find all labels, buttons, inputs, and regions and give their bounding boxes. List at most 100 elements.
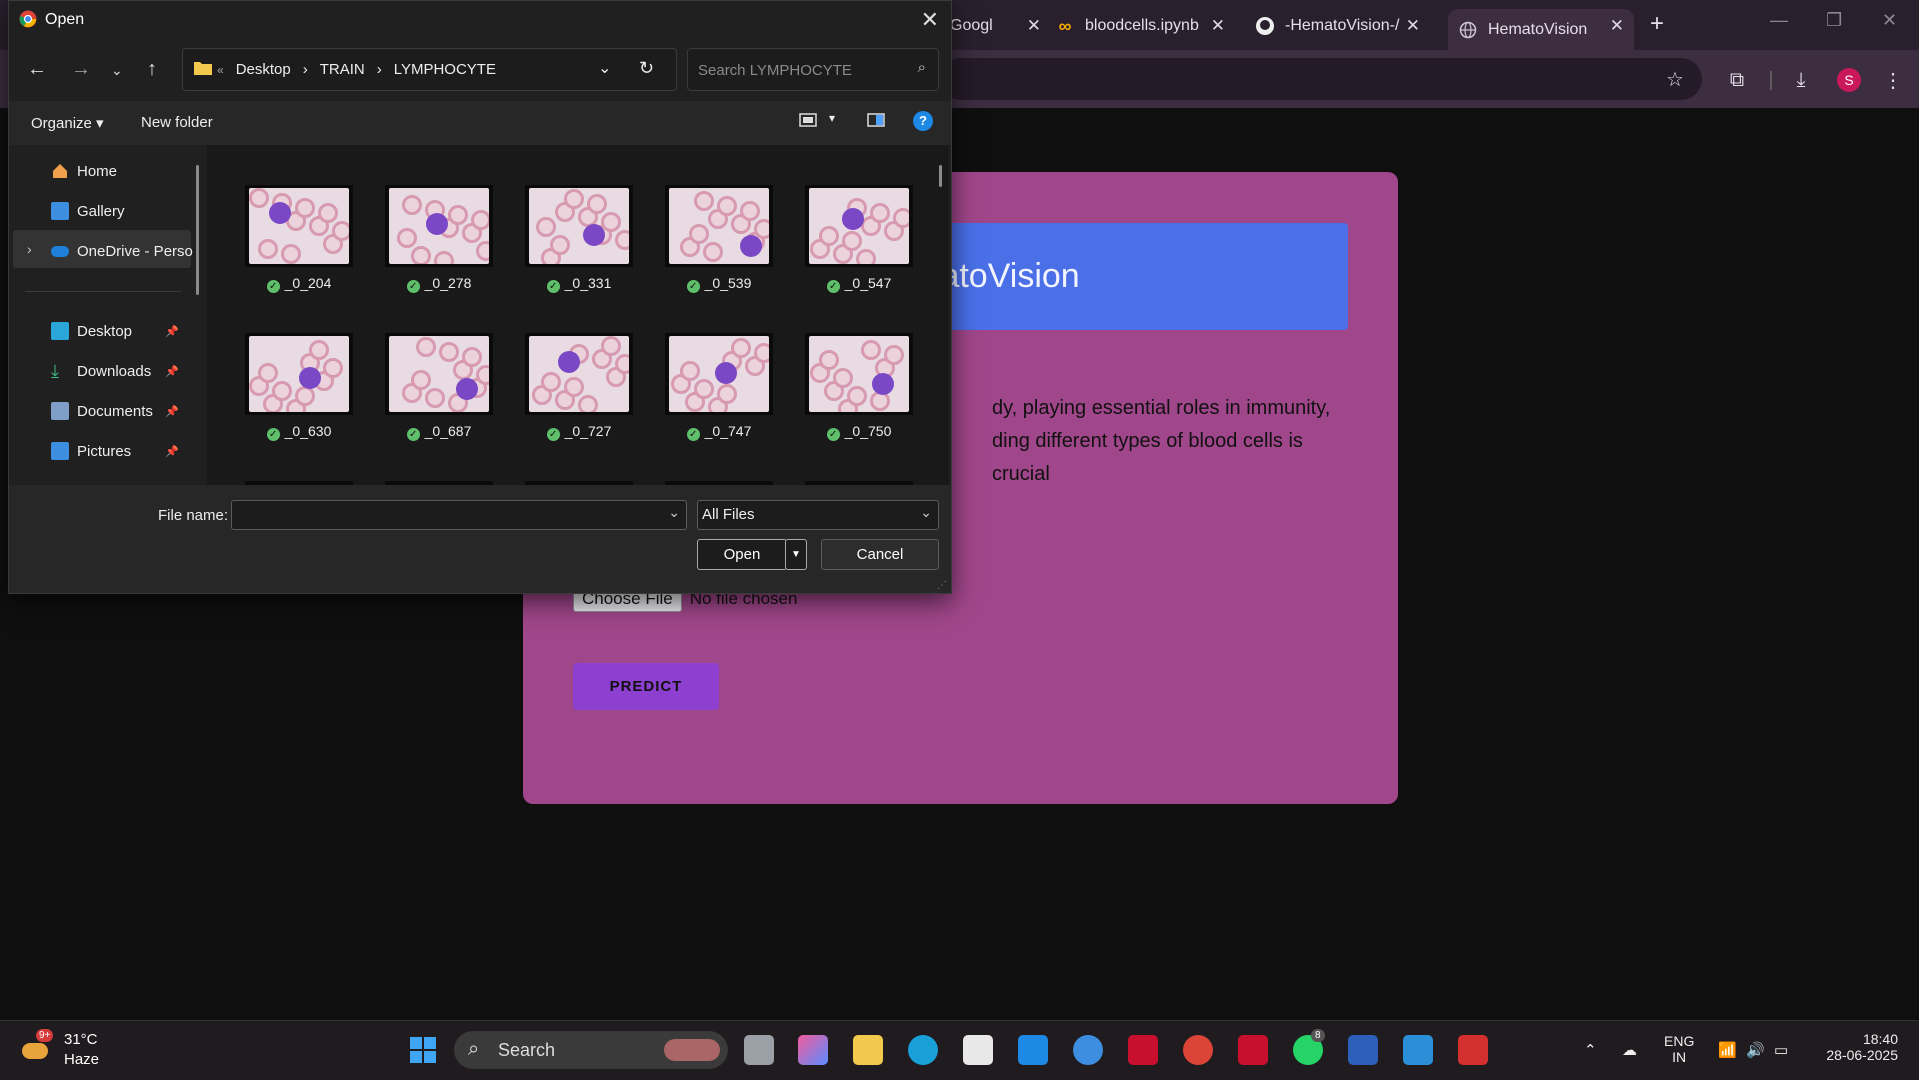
download-icon[interactable]: ⤓ xyxy=(1788,67,1814,93)
view-chevron-icon[interactable]: ▾ xyxy=(829,111,835,125)
close-tab-icon[interactable]: ✕ xyxy=(1027,16,1041,36)
file-name[interactable]: ✓ _0_687 xyxy=(369,423,509,441)
breadcrumb-item[interactable]: Desktop xyxy=(236,61,291,78)
breadcrumb-overflow[interactable]: « xyxy=(217,63,224,77)
chevron-up-icon[interactable]: ⌃ xyxy=(1584,1041,1597,1059)
file-name[interactable]: ✓ _0_750 xyxy=(789,423,929,441)
file-thumbnail[interactable] xyxy=(805,333,913,415)
extensions-icon[interactable]: ⧉ xyxy=(1724,67,1750,93)
edge-icon[interactable] xyxy=(908,1035,938,1065)
close-window-icon[interactable]: ✕ xyxy=(1882,10,1897,31)
address-bar[interactable]: ☆ xyxy=(940,58,1702,100)
onedrive-icon[interactable]: ☁ xyxy=(1622,1041,1637,1059)
file-name[interactable]: ✓ _0_278 xyxy=(369,275,509,293)
file-thumbnail[interactable] xyxy=(665,333,773,415)
file-name[interactable]: ✓ _0_727 xyxy=(509,423,649,441)
refresh-icon[interactable]: ↻ xyxy=(639,58,654,79)
language-indicator[interactable]: ENG IN xyxy=(1664,1033,1694,1065)
mcafee-icon[interactable] xyxy=(1238,1035,1268,1065)
battery-icon[interactable]: ▭ xyxy=(1774,1041,1788,1059)
file-name[interactable]: ✓ _0_539 xyxy=(649,275,789,293)
copilot-icon[interactable] xyxy=(798,1035,828,1065)
tab-colab[interactable]: ∞ bloodcells.ipynb ✕ xyxy=(1055,9,1235,43)
file-name[interactable]: ✓ _0_547 xyxy=(789,275,929,293)
clock[interactable]: 18:40 28-06-2025 xyxy=(1818,1031,1898,1063)
expand-chevron-icon[interactable]: › xyxy=(27,241,32,257)
file-name[interactable]: ✓ _0_747 xyxy=(649,423,789,441)
nav-item-downloads[interactable]: ⤓ Downloads xyxy=(51,359,151,383)
new-folder-button[interactable]: New folder xyxy=(141,114,213,131)
nav-item-documents[interactable]: Documents xyxy=(51,399,153,423)
word-icon[interactable] xyxy=(1348,1035,1378,1065)
cancel-button[interactable]: Cancel xyxy=(821,539,939,570)
nav-item-gallery[interactable]: Gallery xyxy=(51,199,125,223)
mcafee-icon[interactable] xyxy=(1128,1035,1158,1065)
chevron-down-icon[interactable]: ⌄ xyxy=(598,58,611,78)
nav-scrollbar[interactable] xyxy=(196,165,199,295)
search-input[interactable]: Search LYMPHOCYTE ⌕ xyxy=(687,48,939,91)
nav-item-home[interactable]: Home xyxy=(51,159,117,183)
file-scrollbar[interactable] xyxy=(939,165,942,187)
file-thumbnail[interactable] xyxy=(385,185,493,267)
organize-button[interactable]: Organize ▾ xyxy=(31,114,104,132)
close-tab-icon[interactable]: ✕ xyxy=(1610,16,1624,36)
nav-item-onedrive[interactable]: OneDrive - Perso xyxy=(51,239,193,263)
breadcrumb-item[interactable]: TRAIN xyxy=(320,61,365,78)
tab-google[interactable]: Googl ✕ xyxy=(950,9,1045,43)
myhp-icon[interactable] xyxy=(1018,1035,1048,1065)
file-name[interactable]: ✓ _0_204 xyxy=(229,275,369,293)
predict-button[interactable]: PREDICT xyxy=(573,663,719,710)
acrobat-icon[interactable] xyxy=(1458,1035,1488,1065)
file-thumbnail[interactable] xyxy=(245,185,353,267)
forward-arrow-icon[interactable]: → xyxy=(71,58,91,81)
get-help-icon[interactable] xyxy=(1073,1035,1103,1065)
file-type-select[interactable]: All Files ⌄ xyxy=(697,500,939,530)
new-tab-icon[interactable]: + xyxy=(1650,10,1664,38)
red-cell-shape xyxy=(309,340,329,360)
breadcrumb-item[interactable]: LYMPHOCYTE xyxy=(394,61,496,78)
back-arrow-icon[interactable]: ← xyxy=(27,58,47,81)
close-tab-icon[interactable]: ✕ xyxy=(1211,16,1225,36)
profile-avatar[interactable]: S xyxy=(1836,67,1862,93)
minimize-icon[interactable]: — xyxy=(1770,10,1788,31)
file-name[interactable]: ✓ _0_331 xyxy=(509,275,649,293)
file-name-field[interactable]: ⌄ xyxy=(231,500,687,530)
preview-pane-icon[interactable] xyxy=(867,112,885,132)
open-button[interactable]: Open xyxy=(697,539,787,570)
nav-item-desktop[interactable]: Desktop xyxy=(51,319,132,343)
file-thumbnail[interactable] xyxy=(805,185,913,267)
recent-chevron-icon[interactable]: ⌄ xyxy=(111,62,123,79)
close-icon[interactable]: ✕ xyxy=(921,7,939,33)
file-thumbnail[interactable] xyxy=(385,333,493,415)
taskbar-search[interactable]: ⌕ Search xyxy=(454,1031,728,1069)
file-explorer-icon[interactable] xyxy=(853,1035,883,1065)
breadcrumb[interactable]: « Desktop › TRAIN › LYMPHOCYTE ⌄ ↻ xyxy=(182,48,677,91)
star-icon[interactable]: ☆ xyxy=(1662,66,1688,92)
whatsapp-icon[interactable]: 8 xyxy=(1293,1029,1325,1065)
start-icon[interactable] xyxy=(408,1035,438,1065)
task-view-icon[interactable] xyxy=(744,1035,774,1065)
up-arrow-icon[interactable]: ↑ xyxy=(147,58,157,81)
blood-cell-image xyxy=(249,188,349,264)
nav-item-pictures[interactable]: Pictures xyxy=(51,439,131,463)
file-thumbnail[interactable] xyxy=(665,185,773,267)
view-icon[interactable] xyxy=(799,112,817,132)
volume-icon[interactable]: 🔊 xyxy=(1746,1041,1765,1059)
resize-grip-icon[interactable]: ⋰ xyxy=(937,580,947,591)
store-icon[interactable] xyxy=(963,1035,993,1065)
file-thumbnail[interactable] xyxy=(245,333,353,415)
close-tab-icon[interactable]: ✕ xyxy=(1406,16,1420,36)
chrome-icon[interactable] xyxy=(1183,1035,1213,1065)
vscode-icon[interactable] xyxy=(1403,1035,1433,1065)
open-dropdown-icon[interactable]: ▼ xyxy=(785,539,807,570)
file-name[interactable]: ✓ _0_630 xyxy=(229,423,369,441)
help-icon[interactable]: ? xyxy=(913,111,933,131)
restore-icon[interactable]: ❐ xyxy=(1826,10,1842,31)
wifi-icon[interactable]: 📶 xyxy=(1718,1041,1737,1059)
tab-hematovision[interactable]: HematoVision ✕ xyxy=(1448,9,1634,50)
menu-kebab-icon[interactable]: ⋮ xyxy=(1880,67,1906,93)
file-thumbnail[interactable] xyxy=(525,185,633,267)
tab-github[interactable]: -HematoVision-/ ✕ xyxy=(1255,9,1430,43)
chevron-down-icon[interactable]: ⌄ xyxy=(668,504,680,521)
file-thumbnail[interactable] xyxy=(525,333,633,415)
